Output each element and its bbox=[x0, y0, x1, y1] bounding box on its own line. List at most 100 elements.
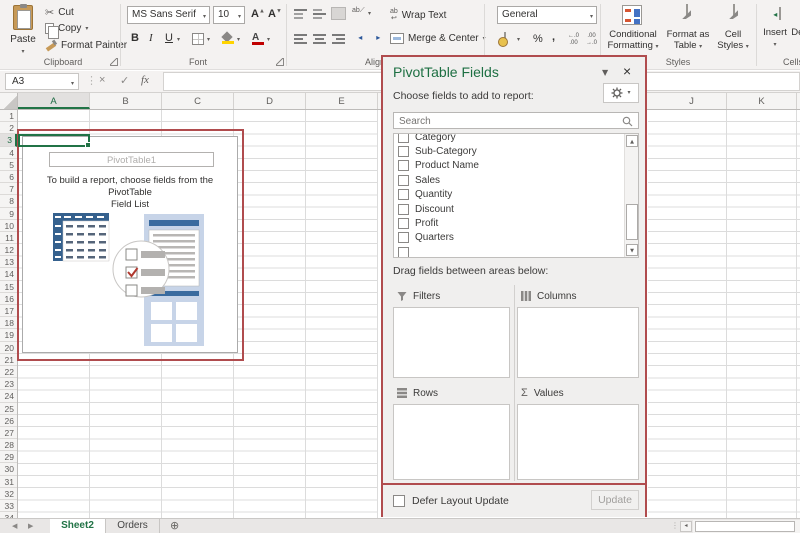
paste-dropdown-icon[interactable]: ▾ bbox=[21, 49, 24, 55]
underline-button[interactable]: U bbox=[165, 32, 173, 44]
align-center-button[interactable] bbox=[313, 33, 326, 44]
field-item-quarters[interactable]: Quarters bbox=[394, 231, 638, 245]
field-checkbox[interactable] bbox=[398, 175, 409, 186]
sheet-tab-orders[interactable]: Orders bbox=[106, 519, 160, 533]
row-header-8[interactable]: 8 bbox=[0, 195, 17, 207]
field-checkbox[interactable] bbox=[398, 189, 409, 200]
field-item-category[interactable]: Category bbox=[394, 133, 638, 144]
decrease-font-size-button[interactable]: A▼ bbox=[268, 8, 282, 20]
borders-dropdown-icon[interactable]: ▾ bbox=[207, 37, 210, 43]
format-painter-button[interactable]: Format Painter bbox=[45, 39, 127, 51]
cell-styles-dropdown-icon[interactable]: ▾ bbox=[746, 44, 749, 50]
underline-dropdown-icon[interactable]: ▾ bbox=[177, 37, 180, 43]
increase-decimal-button[interactable]: ←.0 .00 bbox=[568, 33, 579, 47]
row-header-19[interactable]: 19 bbox=[0, 329, 17, 341]
increase-font-size-button[interactable]: A▲ bbox=[251, 8, 265, 20]
scroll-up-icon[interactable]: ▲ bbox=[626, 135, 638, 147]
align-left-button[interactable] bbox=[294, 33, 307, 44]
selected-cell-a3[interactable] bbox=[18, 134, 90, 147]
font-name-combo[interactable]: MS Sans Serif ▾ bbox=[127, 6, 210, 24]
conditional-formatting-button[interactable]: Conditional Formatting ▾ bbox=[604, 29, 662, 51]
field-item-sales[interactable]: Sales bbox=[394, 173, 638, 187]
fill-color-dropdown-icon[interactable]: ▾ bbox=[237, 37, 240, 43]
row-header-28[interactable]: 28 bbox=[0, 439, 17, 451]
font-name-dropdown-icon[interactable]: ▾ bbox=[203, 13, 206, 20]
pivot-placeholder[interactable]: PivotTable1 To build a report, choose fi… bbox=[22, 136, 238, 353]
align-middle-button[interactable] bbox=[313, 8, 326, 19]
format-as-table-button[interactable]: Format as Table ▾ bbox=[664, 29, 712, 51]
field-checkbox[interactable] bbox=[398, 146, 409, 157]
row-header-4[interactable]: 4 bbox=[0, 147, 17, 159]
merge-center-button[interactable]: Merge & Center ▾ bbox=[390, 33, 486, 44]
row-header-26[interactable]: 26 bbox=[0, 415, 17, 427]
pane-options-chevron-icon[interactable]: ▼ bbox=[602, 68, 608, 77]
row-header-12[interactable]: 12 bbox=[0, 244, 17, 256]
wrap-text-button[interactable]: ab↩ Wrap Text bbox=[390, 8, 446, 22]
name-box[interactable]: A3 ▾ bbox=[5, 73, 79, 90]
field-item-product-name[interactable]: Product Name bbox=[394, 159, 638, 173]
row-header-7[interactable]: 7 bbox=[0, 183, 17, 195]
field-checkbox[interactable] bbox=[398, 133, 409, 143]
row-header-30[interactable]: 30 bbox=[0, 463, 17, 475]
font-size-combo[interactable]: 10 ▾ bbox=[213, 6, 245, 24]
row-header-32[interactable]: 32 bbox=[0, 488, 17, 500]
field-item-discount[interactable]: Discount bbox=[394, 202, 638, 216]
columns-drop-area[interactable] bbox=[517, 307, 639, 378]
select-all-corner[interactable] bbox=[0, 93, 18, 109]
field-list-scrollbar[interactable]: ▲ ▼ bbox=[624, 134, 638, 257]
percent-style-button[interactable]: % bbox=[533, 33, 543, 45]
column-header-b[interactable]: B bbox=[90, 93, 162, 109]
row-header-24[interactable]: 24 bbox=[0, 390, 17, 402]
new-sheet-icon[interactable]: ⊕ bbox=[170, 519, 179, 532]
row-header-17[interactable]: 17 bbox=[0, 305, 17, 317]
copy-dropdown-icon[interactable]: ▾ bbox=[85, 26, 88, 32]
values-drop-area[interactable] bbox=[517, 404, 639, 480]
orientation-button[interactable]: ab⟋ bbox=[352, 7, 365, 14]
borders-button[interactable] bbox=[192, 33, 204, 45]
align-bottom-button[interactable] bbox=[332, 8, 345, 19]
field-checkbox[interactable] bbox=[398, 160, 409, 171]
row-header-3[interactable]: 3 bbox=[0, 134, 17, 146]
field-checkbox[interactable] bbox=[398, 247, 409, 258]
tab-scroll-right-icon[interactable]: ▶ bbox=[28, 522, 33, 530]
insert-function-button[interactable]: fx bbox=[141, 74, 149, 86]
field-checkbox[interactable] bbox=[398, 204, 409, 215]
row-header-1[interactable]: 1 bbox=[0, 110, 17, 122]
font-color-dropdown-icon[interactable]: ▾ bbox=[267, 37, 270, 43]
comma-style-button[interactable]: , bbox=[552, 31, 555, 43]
row-header-20[interactable]: 20 bbox=[0, 342, 17, 354]
field-checkbox[interactable] bbox=[398, 232, 409, 243]
pane-close-icon[interactable]: × bbox=[623, 63, 631, 79]
format-as-table-dropdown-icon[interactable]: ▾ bbox=[699, 44, 702, 50]
name-box-dropdown-icon[interactable]: ▾ bbox=[71, 80, 74, 87]
tab-scroll-left-icon[interactable]: ◀ bbox=[12, 522, 17, 530]
cut-button[interactable]: ✂ Cut bbox=[45, 7, 74, 18]
row-header-29[interactable]: 29 bbox=[0, 451, 17, 463]
field-item-profit[interactable]: Profit bbox=[394, 216, 638, 230]
number-format-dropdown-icon[interactable]: ▾ bbox=[590, 13, 593, 20]
row-header-2[interactable]: 2 bbox=[0, 122, 17, 134]
row-header-9[interactable]: 9 bbox=[0, 208, 17, 220]
cell-styles-button[interactable]: Cell Styles ▾ bbox=[712, 29, 754, 51]
sheet-tab-sheet2[interactable]: Sheet2 bbox=[50, 519, 106, 533]
accounting-format-button[interactable] bbox=[504, 32, 506, 45]
italic-button[interactable]: I bbox=[149, 32, 153, 44]
column-header-j[interactable]: J bbox=[657, 93, 727, 109]
tools-button[interactable]: ▾ bbox=[603, 83, 639, 103]
row-header-15[interactable]: 15 bbox=[0, 281, 17, 293]
scrollbar-separator-icon[interactable]: ⋮ bbox=[671, 521, 679, 530]
column-header-a[interactable]: A bbox=[18, 93, 90, 109]
copy-button[interactable]: Copy ▾ bbox=[45, 23, 88, 34]
accounting-dropdown-icon[interactable]: ▾ bbox=[517, 37, 520, 43]
cancel-button[interactable]: × bbox=[99, 74, 105, 86]
grid-right[interactable] bbox=[648, 110, 800, 518]
enter-button[interactable]: ✓ bbox=[120, 74, 129, 87]
scrollbar-thumb[interactable] bbox=[626, 204, 638, 240]
align-right-button[interactable] bbox=[332, 33, 345, 44]
defer-layout-checkbox[interactable] bbox=[393, 495, 405, 507]
row-header-11[interactable]: 11 bbox=[0, 232, 17, 244]
row-header-16[interactable]: 16 bbox=[0, 293, 17, 305]
row-header-25[interactable]: 25 bbox=[0, 403, 17, 415]
font-size-dropdown-icon[interactable]: ▾ bbox=[238, 13, 241, 20]
orientation-dropdown-icon[interactable]: ▾ bbox=[368, 11, 371, 17]
